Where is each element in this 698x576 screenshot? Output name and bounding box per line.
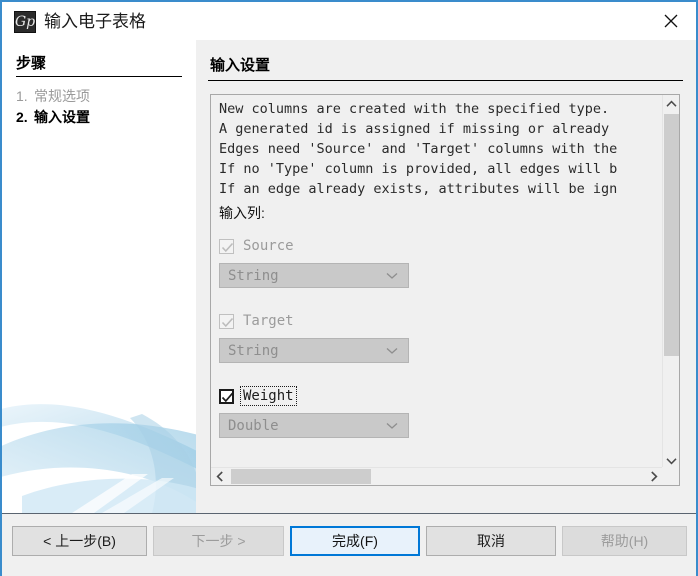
step-label: 输入设置	[34, 109, 90, 125]
chevron-right-icon	[651, 471, 658, 482]
horizontal-scrollbar[interactable]	[211, 467, 663, 485]
chevron-up-icon	[666, 100, 677, 107]
chevron-left-icon	[216, 471, 223, 482]
chevron-down-icon	[386, 267, 398, 285]
type-combo-target[interactable]: String	[219, 338, 409, 363]
chevron-down-icon	[386, 342, 398, 360]
checkbox-source[interactable]	[219, 238, 234, 254]
close-icon	[664, 14, 678, 28]
step-item-1: 1. 常规选项	[16, 86, 192, 107]
type-combo-source[interactable]: String	[219, 263, 409, 288]
checkmark-icon	[221, 392, 234, 402]
checkbox-row-weight[interactable]: Weight	[219, 385, 639, 407]
checkbox-row-source[interactable]: Source	[219, 235, 639, 257]
button-bar: < 上一步(B) 下一步 > 完成(F) 取消 帮助(H)	[2, 514, 696, 574]
steps-heading-divider	[16, 76, 182, 77]
column-group-weight: Weight Double	[219, 385, 639, 438]
column-group-source: Source String	[219, 235, 639, 288]
checkbox-label-source: Source	[243, 238, 294, 254]
step-item-2: 2. 输入设置	[16, 107, 192, 128]
scrollbar-corner	[662, 467, 679, 485]
checkmark-icon	[221, 317, 234, 327]
checkbox-row-target[interactable]: Target	[219, 310, 639, 332]
horizontal-scroll-thumb[interactable]	[231, 469, 371, 484]
chevron-down-icon	[386, 417, 398, 435]
gephi-logo-icon: Gp	[14, 11, 36, 33]
decorative-swoosh-graphic	[2, 378, 196, 513]
cancel-button[interactable]: 取消	[426, 526, 556, 556]
scroll-left-button[interactable]	[211, 468, 229, 485]
title-bar: Gp 输入电子表格	[2, 2, 696, 40]
type-combo-value-source: String	[228, 267, 279, 284]
checkbox-label-weight: Weight	[240, 386, 297, 406]
step-label: 常规选项	[34, 88, 90, 104]
back-button[interactable]: < 上一步(B)	[12, 526, 147, 556]
chevron-down-icon	[666, 457, 677, 464]
checkbox-label-target: Target	[243, 313, 294, 329]
step-number: 1.	[16, 88, 28, 104]
step-number: 2.	[16, 109, 28, 125]
vertical-scrollbar[interactable]	[662, 95, 679, 469]
settings-heading: 输入设置	[210, 57, 271, 74]
next-button: 下一步 >	[153, 526, 284, 556]
steps-list: 1. 常规选项 2. 输入设置	[16, 86, 192, 128]
settings-heading-divider	[208, 80, 683, 81]
finish-button[interactable]: 完成(F)	[290, 526, 420, 556]
scroll-up-button[interactable]	[663, 95, 679, 112]
description-text: New columns are created with the specifi…	[219, 101, 618, 197]
steps-heading: 步骤	[16, 55, 47, 72]
settings-scroll-viewport: New columns are created with the specifi…	[211, 95, 663, 469]
type-combo-weight[interactable]: Double	[219, 413, 409, 438]
checkbox-weight[interactable]	[219, 388, 234, 404]
wizard-window: Gp 输入电子表格 步骤 1. 常规选项 2. 输入设置 输入设置 New co…	[0, 0, 698, 576]
column-group-target: Target String	[219, 310, 639, 363]
type-combo-value-target: String	[228, 342, 279, 359]
type-combo-value-weight: Double	[228, 417, 279, 434]
steps-panel: 步骤 1. 常规选项 2. 输入设置	[2, 40, 196, 513]
checkbox-target[interactable]	[219, 313, 234, 329]
help-button: 帮助(H)	[562, 526, 687, 556]
window-title: 输入电子表格	[44, 12, 146, 31]
vertical-scroll-thumb[interactable]	[664, 114, 679, 356]
import-columns-label: 输入列:	[219, 205, 265, 221]
swoosh-icon	[2, 404, 196, 513]
close-button[interactable]	[648, 2, 694, 40]
settings-panel: 输入设置 New columns are created with the sp…	[196, 40, 696, 513]
settings-scroll-pane: New columns are created with the specifi…	[210, 94, 680, 486]
checkmark-icon	[221, 242, 234, 252]
scroll-right-button[interactable]	[645, 468, 663, 485]
